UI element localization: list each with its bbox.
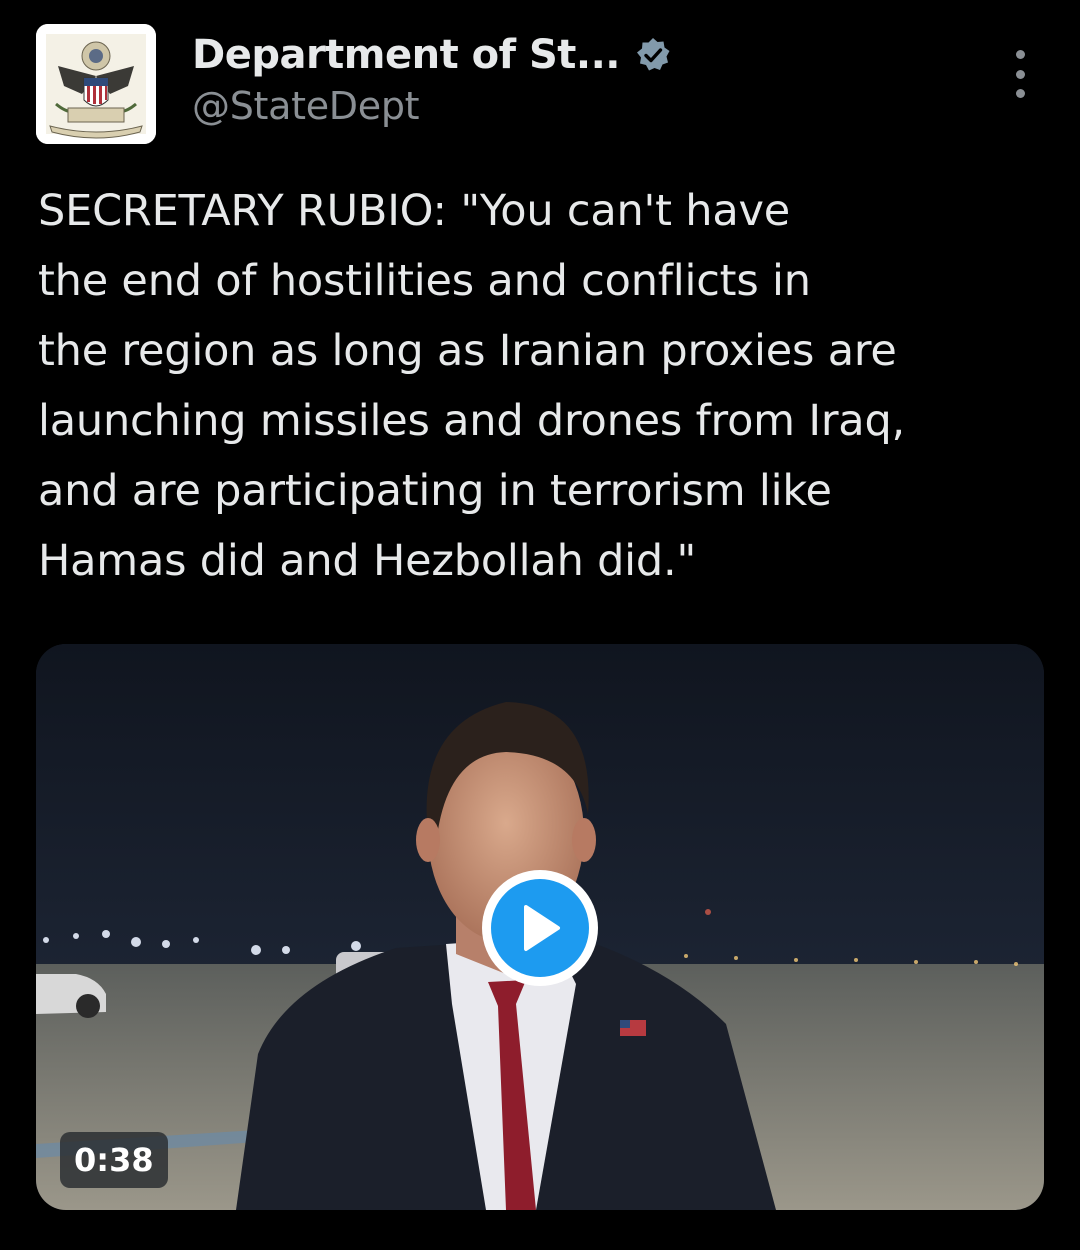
tweet-text-line: the end of hostilities and conflicts in — [38, 256, 811, 306]
more-vertical-icon[interactable] — [1004, 50, 1036, 98]
tweet-text: SECRETARY RUBIO: "You can't have the end… — [38, 176, 1048, 596]
state-dept-seal-icon — [36, 24, 156, 144]
verified-badge-icon — [634, 36, 672, 74]
display-name[interactable]: Department of St... — [192, 32, 620, 78]
video-player[interactable]: 0:38 — [36, 644, 1044, 1210]
display-name-row[interactable]: Department of St... — [192, 30, 672, 80]
avatar[interactable] — [36, 24, 156, 144]
play-icon — [491, 879, 589, 977]
tweet-text-line: Hamas did and Hezbollah did." — [38, 536, 697, 586]
video-duration-badge: 0:38 — [60, 1132, 168, 1188]
tweet-text-line: SECRETARY RUBIO: "You can't have — [38, 186, 790, 236]
tweet-text-line: launching missiles and drones from Iraq, — [38, 396, 906, 446]
handle[interactable]: @StateDept — [192, 84, 420, 128]
tweet-text-line: the region as long as Iranian proxies ar… — [38, 326, 897, 376]
tweet: Department of St... @StateDept SECRETARY… — [0, 0, 1080, 1250]
tweet-text-line: and are participating in terrorism like — [38, 466, 832, 516]
play-button[interactable] — [482, 870, 598, 986]
